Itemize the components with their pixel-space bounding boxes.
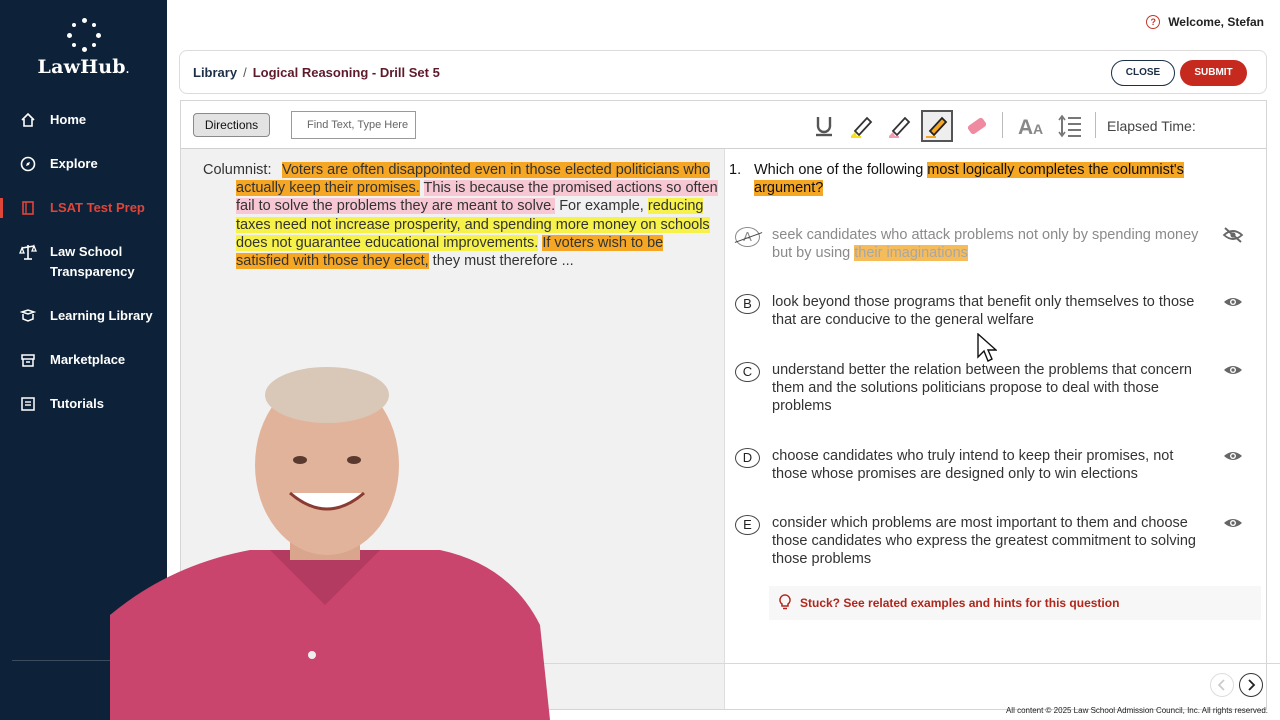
font-size-icon[interactable]: AA — [1015, 110, 1051, 142]
submit-button[interactable]: SUBMIT — [1180, 60, 1247, 86]
answer-text: look beyond those programs that benefit … — [772, 294, 1195, 329]
answer-text: consider which problems are most importa… — [772, 515, 1196, 568]
lawhub-logo[interactable]: LawHub. — [0, 18, 167, 78]
answer-bubble[interactable]: C — [735, 362, 760, 382]
chevron-left-icon — [1217, 679, 1225, 691]
toolbar: Directions AA Elapsed Time: — [181, 101, 1266, 149]
welcome-area: ? Welcome, Stefan — [1146, 15, 1264, 29]
sidebar-item-label: Tutorials — [50, 396, 104, 411]
toolbar-divider — [1002, 112, 1003, 138]
logo-wordmark: LawHub. — [37, 56, 130, 78]
yellow-highlighter-icon[interactable] — [846, 110, 878, 142]
question-pane: 1. Which one of the following most logic… — [725, 149, 1266, 709]
eye-slash-icon[interactable] — [1222, 227, 1244, 243]
elapsed-time-label: Elapsed Time: — [1107, 118, 1196, 134]
answer-text: seek candidates who attack problems not … — [772, 227, 1199, 262]
svg-text:A: A — [1018, 116, 1033, 137]
eye-icon[interactable] — [1222, 363, 1244, 377]
welcome-text: Welcome, Stefan — [1168, 15, 1264, 29]
eye-icon[interactable] — [1222, 449, 1244, 463]
breadcrumb: Library / Logical Reasoning - Drill Set 5 — [193, 65, 440, 80]
question-stem: 1. Which one of the following most logic… — [729, 161, 1239, 197]
compass-icon — [18, 154, 38, 174]
passage-text: Columnist: Voters are often disappointed … — [203, 161, 718, 270]
passage-speaker: Columnist: — [203, 162, 272, 178]
presenter-webcam-overlay — [110, 365, 550, 720]
answer-bubble[interactable]: D — [735, 448, 760, 468]
breadcrumb-current: Logical Reasoning - Drill Set 5 — [252, 65, 440, 80]
line-spacing-icon[interactable] — [1054, 110, 1086, 142]
eye-icon[interactable] — [1222, 295, 1244, 309]
previous-question-button[interactable] — [1210, 673, 1234, 697]
sidebar-item-lsat-test-prep[interactable]: LSAT Test Prep — [0, 198, 167, 218]
library-icon — [18, 306, 38, 326]
breadcrumb-bar: Library / Logical Reasoning - Drill Set 5 … — [179, 50, 1267, 94]
next-question-button[interactable] — [1239, 673, 1263, 697]
hint-link[interactable]: Stuck? See related examples and hints fo… — [769, 586, 1261, 620]
sidebar-item-label: Law School Transparency — [50, 244, 135, 279]
book-icon — [18, 198, 38, 218]
breadcrumb-separator: / — [243, 65, 247, 80]
sidebar-item-learning-library[interactable]: Learning Library — [0, 306, 167, 326]
sidebar-item-explore[interactable]: Explore — [0, 154, 167, 174]
breadcrumb-library-link[interactable]: Library — [193, 65, 237, 80]
store-icon — [18, 350, 38, 370]
footer-copyright: All content © 2025 Law School Admission … — [1005, 706, 1268, 715]
eraser-icon[interactable] — [960, 110, 992, 142]
lightbulb-icon — [779, 593, 791, 613]
toolbar-divider — [1095, 112, 1096, 138]
tutorials-icon — [18, 394, 38, 414]
answer-bubble[interactable]: B — [735, 294, 760, 314]
eye-icon[interactable] — [1222, 516, 1244, 530]
chevron-right-icon — [1248, 679, 1256, 691]
sidebar-item-label: Learning Library — [50, 308, 153, 323]
passage-body: Voters are often disappointed even in th… — [203, 161, 718, 270]
svg-text:A: A — [1033, 121, 1043, 137]
question-stem-text: Which one of the following most logicall… — [754, 162, 1184, 197]
sidebar-item-label: LSAT Test Prep — [50, 200, 145, 215]
logo-dots-icon — [66, 18, 101, 52]
directions-button[interactable]: Directions — [193, 113, 270, 137]
underline-tool-icon[interactable] — [808, 110, 840, 142]
close-button[interactable]: CLOSE — [1111, 60, 1175, 86]
answer-text: understand better the relation between t… — [772, 362, 1192, 415]
answer-bubble[interactable]: E — [735, 515, 760, 535]
home-icon — [18, 110, 38, 130]
hint-text: Stuck? See related examples and hints fo… — [800, 596, 1120, 610]
passage-segment: they must therefore ... — [432, 253, 574, 270]
sidebar-item-label: Home — [50, 112, 87, 127]
passage-segment: For example, — [559, 198, 644, 215]
sidebar-item-home[interactable]: Home — [0, 110, 167, 130]
find-text-input[interactable] — [291, 111, 416, 139]
answer-bubble[interactable]: A — [735, 227, 760, 247]
scales-icon — [18, 242, 38, 262]
answer-highlight: their imaginations — [854, 245, 968, 262]
mouse-cursor-icon — [977, 332, 998, 368]
question-number: 1. — [729, 162, 742, 178]
pink-highlighter-icon[interactable] — [884, 110, 916, 142]
help-icon[interactable]: ? — [1146, 15, 1161, 29]
answer-text: choose candidates who truly intend to ke… — [772, 448, 1174, 483]
sidebar-item-label: Explore — [50, 156, 98, 171]
orange-highlighter-icon[interactable] — [921, 110, 953, 142]
sidebar-item-law-school-transparency[interactable]: Law School Transparency — [0, 242, 140, 282]
